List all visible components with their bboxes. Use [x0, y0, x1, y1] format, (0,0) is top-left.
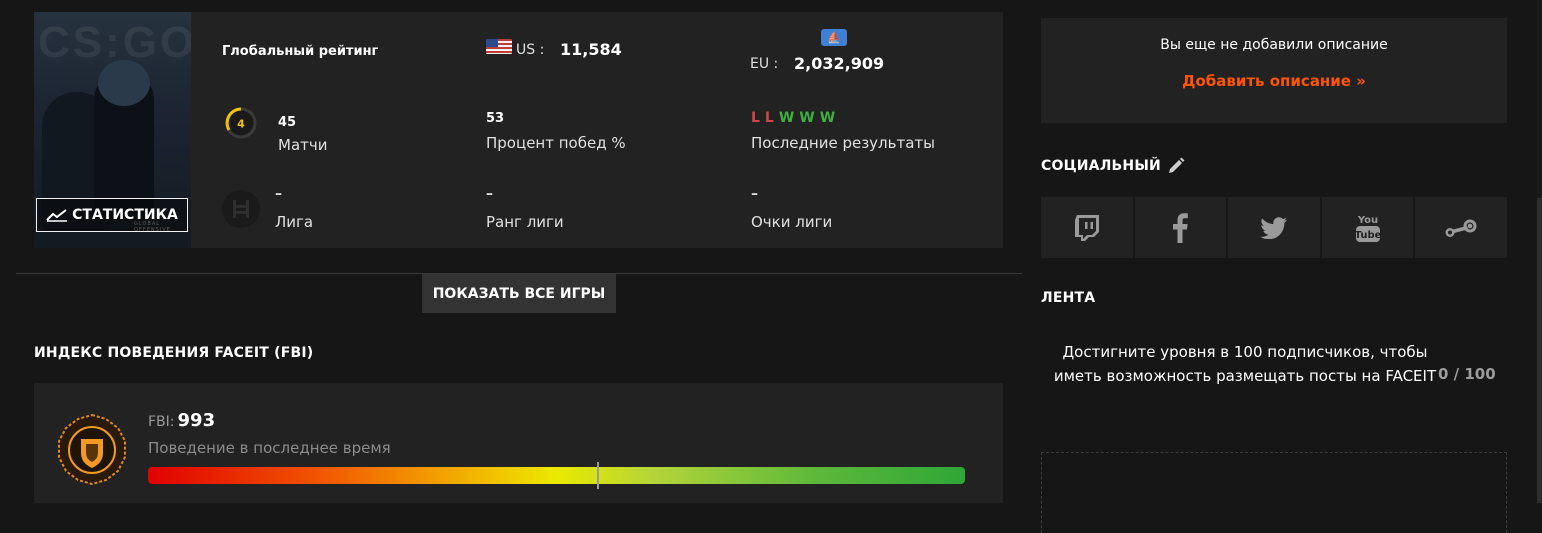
- feed-title: ЛЕНТА: [1041, 290, 1096, 306]
- skill-level-number: 4: [237, 118, 245, 131]
- fbi-gradient-bar: [148, 467, 965, 484]
- chart-line-icon: [46, 209, 68, 222]
- fbi-label: FBI:: [148, 414, 175, 430]
- show-all-games-button[interactable]: ПОКАЗАТЬ ВСЕ ИГРЫ: [422, 274, 616, 313]
- fbi-marker: [597, 462, 599, 489]
- fbi-score: FBI: 993: [148, 410, 215, 431]
- statistics-button[interactable]: СТАТИСТИКА: [36, 198, 188, 232]
- add-description-link[interactable]: Добавить описание »: [1041, 72, 1507, 90]
- statistics-button-label: СТАТИСТИКА: [72, 207, 178, 223]
- svg-text:You: You: [1356, 215, 1377, 226]
- us-flag-icon: [486, 39, 512, 54]
- league-points-value: –: [751, 186, 758, 202]
- description-card: Вы еще не добавили описание Добавить опи…: [1041, 18, 1507, 123]
- facebook-link[interactable]: [1134, 197, 1227, 258]
- steam-icon: [1445, 219, 1477, 237]
- scrollbar-thumb[interactable]: [1537, 198, 1542, 503]
- social-title: СОЦИАЛЬНЫЙ: [1041, 158, 1161, 174]
- social-links: You Tube: [1041, 197, 1507, 258]
- fbi-subtitle: Поведение в последнее время: [148, 439, 391, 457]
- matches-label: Матчи: [278, 136, 328, 154]
- recent-result-win: W: [819, 110, 836, 126]
- twitter-link[interactable]: [1228, 197, 1320, 258]
- eu-rank-value: 2,032,909: [794, 54, 885, 73]
- fbi-card: FBI: 993 Поведение в последнее время: [34, 383, 1003, 503]
- us-rank-value: 11,584: [560, 40, 622, 59]
- edit-pencil-icon[interactable]: [1167, 157, 1185, 175]
- game-cover-image[interactable]: CS:GO GLOBAL OFFENSIVE СТАТИСТИКА: [34, 12, 191, 248]
- skill-level-icon: 4: [225, 107, 257, 139]
- us-region-label: US :: [516, 42, 545, 58]
- league-label: Лига: [275, 213, 314, 231]
- league-value: –: [275, 186, 282, 202]
- youtube-icon: You Tube: [1355, 215, 1381, 242]
- twitch-link[interactable]: [1041, 197, 1133, 258]
- eu-region-label: EU :: [750, 56, 779, 72]
- youtube-link[interactable]: You Tube: [1321, 197, 1414, 258]
- matches-value: 45: [278, 115, 297, 130]
- fbi-badge-icon: [58, 413, 126, 486]
- facebook-icon: [1173, 212, 1189, 243]
- fbi-value: 993: [177, 410, 216, 431]
- feed-counter: 0 / 100: [1438, 365, 1496, 383]
- social-header: СОЦИАЛЬНЫЙ: [1041, 157, 1185, 175]
- cover-logo: CS:GO: [38, 18, 191, 67]
- recent-results-label: Последние результаты: [751, 134, 935, 152]
- recent-result-loss: L: [751, 110, 760, 126]
- recent-results: LLWWW: [751, 110, 835, 126]
- description-empty-text: Вы еще не добавили описание: [1160, 37, 1388, 53]
- feed-message: Достигните уровня в 100 подписчиков, что…: [1053, 343, 1437, 385]
- league-icon: [222, 190, 260, 228]
- eu-region-icon: ⛵: [821, 29, 847, 46]
- recent-result-loss: L: [764, 110, 774, 126]
- league-points-label: Очки лиги: [751, 213, 833, 231]
- recent-result-win: W: [799, 110, 815, 126]
- fbi-section-title: ИНДЕКС ПОВЕДЕНИЯ FACEIT (FBI): [34, 345, 314, 361]
- steam-link[interactable]: [1415, 197, 1507, 258]
- svg-text:Tube: Tube: [1355, 230, 1381, 241]
- twitter-icon: [1260, 216, 1287, 239]
- league-rank-value: –: [486, 186, 493, 202]
- win-rate-label: Процент побед %: [486, 134, 626, 152]
- feed-post-area[interactable]: [1041, 452, 1507, 533]
- twitch-icon: [1074, 214, 1099, 241]
- league-rank-label: Ранг лиги: [486, 213, 564, 231]
- win-rate-value: 53: [486, 111, 505, 126]
- global-rating-label: Глобальный рейтинг: [222, 44, 379, 59]
- game-card: CS:GO GLOBAL OFFENSIVE СТАТИСТИКА Глобал…: [34, 12, 1003, 248]
- recent-result-win: W: [778, 110, 795, 126]
